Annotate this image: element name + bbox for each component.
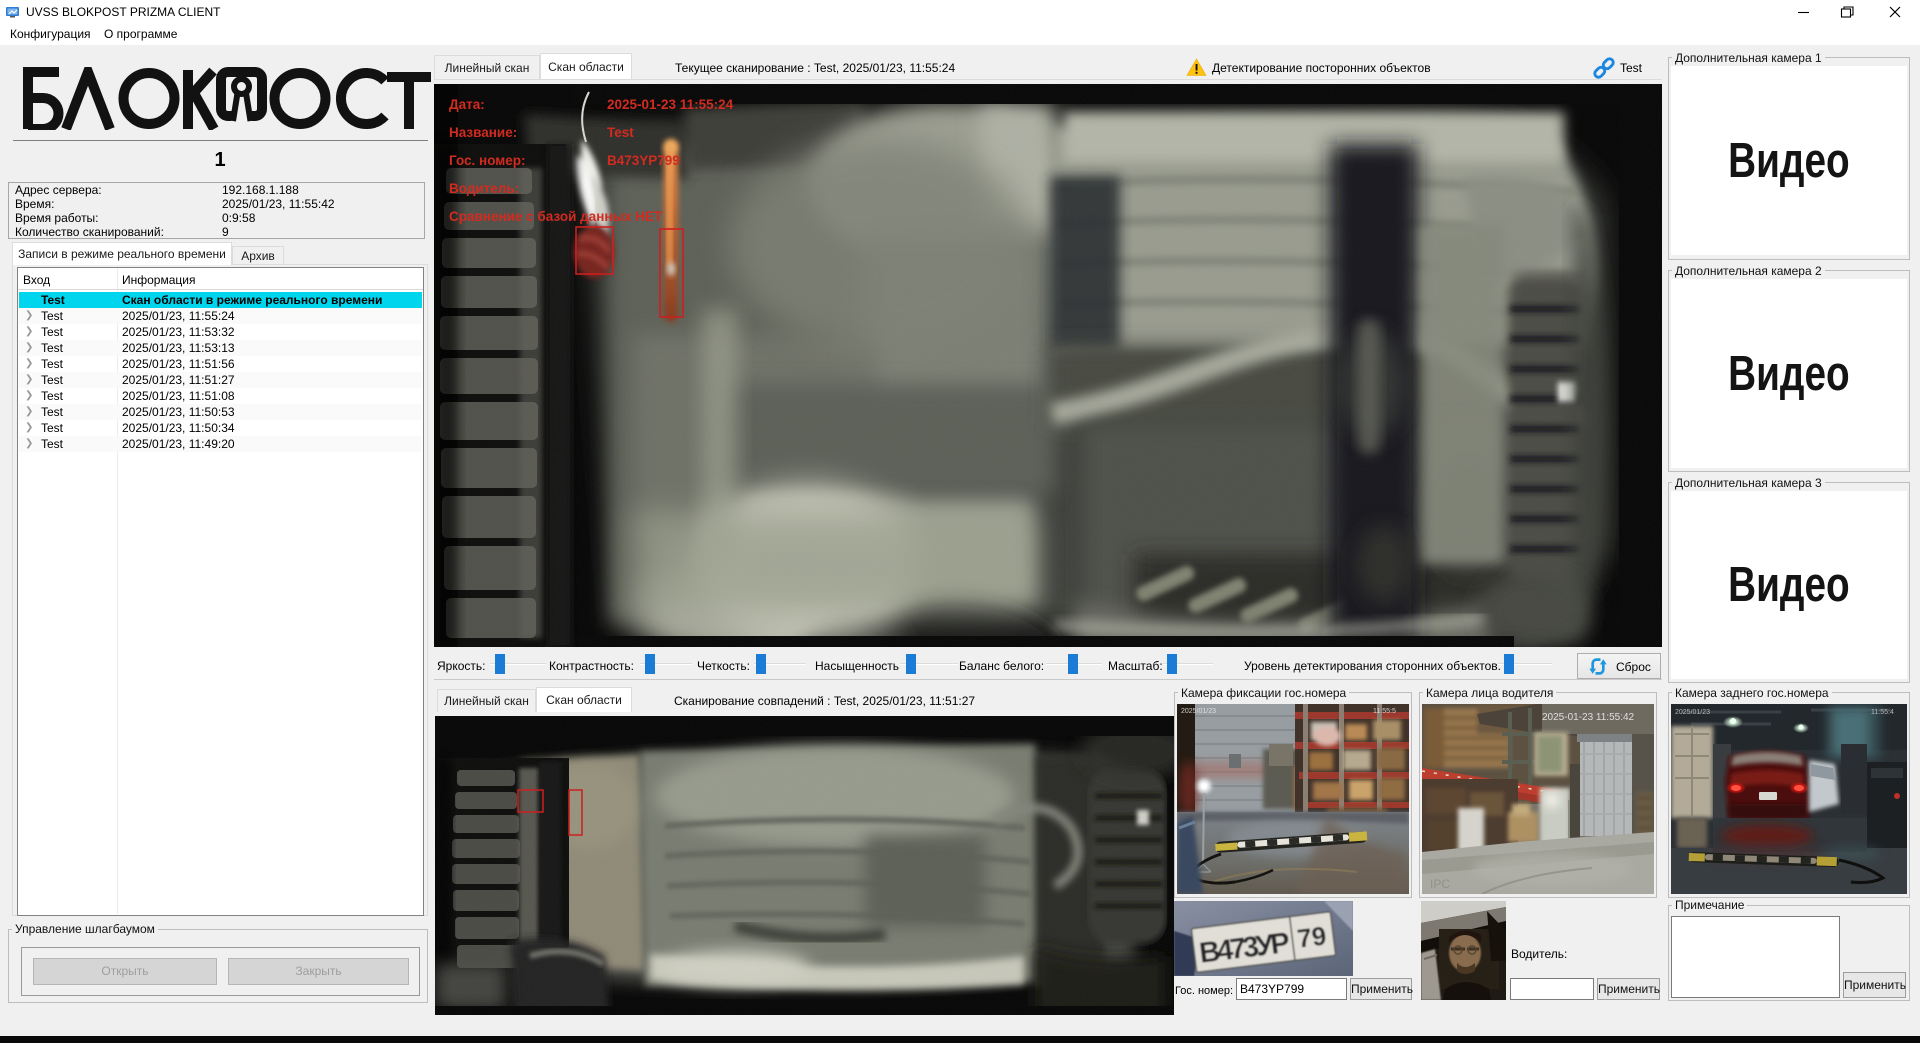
svg-text:2025/01/23: 2025/01/23 xyxy=(1675,709,1710,716)
svg-text:Test: Test xyxy=(607,125,634,140)
svg-text:Сравнение с базой данных НЕТ: Сравнение с базой данных НЕТ xyxy=(449,209,663,224)
svg-text:B473YP799: B473YP799 xyxy=(607,153,680,168)
svg-text:Название:: Название: xyxy=(449,125,517,140)
svg-text:2025-01-23 11:55:42: 2025-01-23 11:55:42 xyxy=(1542,712,1635,723)
svg-text:11:55:4: 11:55:4 xyxy=(1871,709,1894,716)
svg-text:79: 79 xyxy=(1296,920,1328,953)
svg-text:Водитель:: Водитель: xyxy=(449,181,519,196)
svg-text:11:55:5: 11:55:5 xyxy=(1373,708,1396,715)
svg-text:2025-01-23 11:55:24: 2025-01-23 11:55:24 xyxy=(607,97,734,112)
svg-text:2025/01/23: 2025/01/23 xyxy=(1181,708,1216,715)
svg-text:IPC: IPC xyxy=(1430,877,1450,891)
svg-text:Гос. номер:: Гос. номер: xyxy=(449,153,526,168)
svg-text:Дата:: Дата: xyxy=(449,97,485,112)
